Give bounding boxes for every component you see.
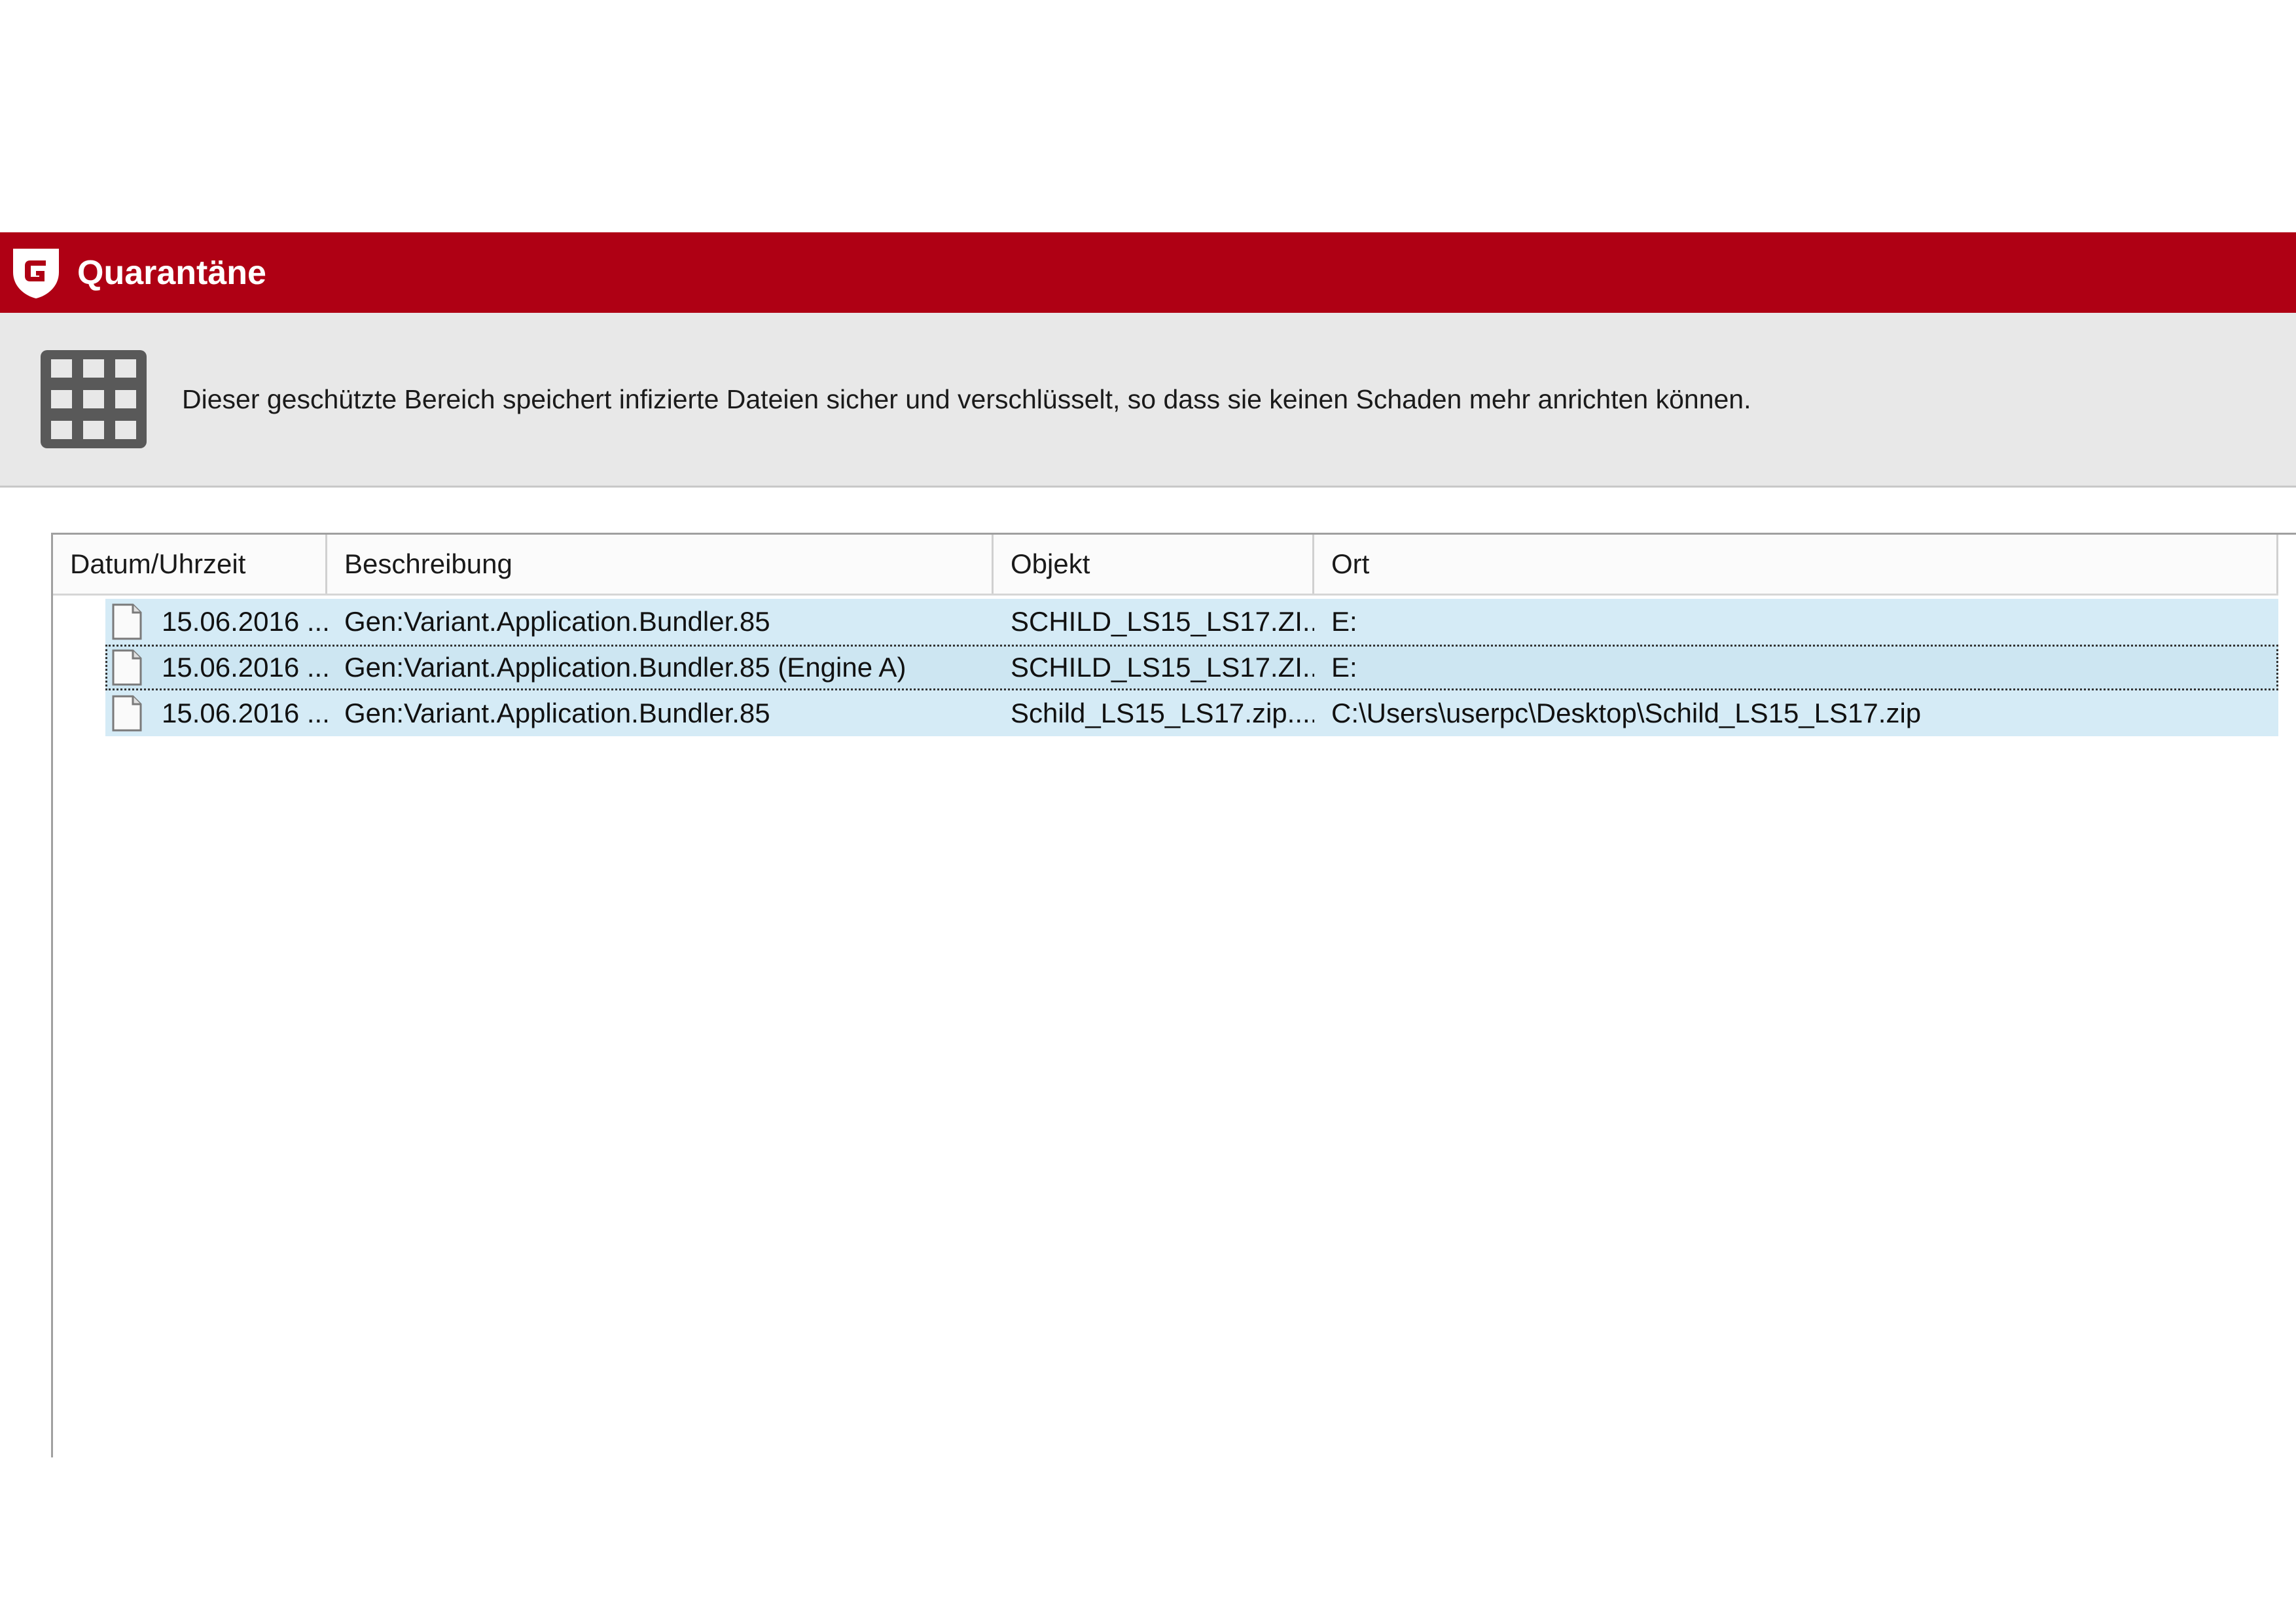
column-header-date[interactable]: Datum/Uhrzeit xyxy=(53,535,327,594)
table-row[interactable]: 15.06.2016 ... Gen:Variant.Application.B… xyxy=(105,599,2278,645)
cell-description: Gen:Variant.Application.Bundler.85 xyxy=(344,697,770,728)
column-header-object[interactable]: Objekt xyxy=(994,535,1314,594)
column-header-description[interactable]: Beschreibung xyxy=(327,535,994,594)
page: Quarantäne Dieser geschützte Bereich spe… xyxy=(0,0,2296,1623)
quarantine-list[interactable]: Datum/Uhrzeit Beschreibung Objekt Ort 15… xyxy=(51,533,2296,1457)
row-date: 15.06.2016 ... xyxy=(162,697,327,728)
cell-description: Gen:Variant.Application.Bundler.85 xyxy=(344,605,770,637)
cell-location: E: xyxy=(1331,651,1357,683)
title-bar: Quarantäne xyxy=(0,232,2296,313)
cell-date: 15.06.2016 ... xyxy=(105,695,327,732)
cell-object: Schild_LS15_LS17.zip.... xyxy=(1011,697,1314,728)
window-title: Quarantäne xyxy=(77,253,266,292)
cell-location: C:\Users\userpc\Desktop\Schild_LS15_LS17… xyxy=(1331,697,1922,728)
cell-date: 15.06.2016 ... xyxy=(105,603,327,640)
cell-description: Gen:Variant.Application.Bundler.85 (Engi… xyxy=(344,651,906,683)
list-header: Datum/Uhrzeit Beschreibung Objekt Ort xyxy=(53,535,2278,596)
file-icon xyxy=(112,695,142,731)
cell-date: 15.06.2016 ... xyxy=(105,649,327,686)
file-icon xyxy=(112,649,142,685)
row-date: 15.06.2016 ... xyxy=(162,605,327,637)
row-date: 15.06.2016 ... xyxy=(162,651,327,683)
cell-object: SCHILD_LS15_LS17.ZI... xyxy=(1011,651,1314,683)
cell-object: SCHILD_LS15_LS17.ZI... xyxy=(1011,605,1314,637)
table-row[interactable]: 15.06.2016 ... Gen:Variant.Application.B… xyxy=(105,690,2278,736)
info-bar: Dieser geschützte Bereich speichert infi… xyxy=(0,313,2296,488)
gdata-shield-icon xyxy=(9,246,63,300)
info-description: Dieser geschützte Bereich speichert infi… xyxy=(182,383,1751,414)
file-icon xyxy=(112,603,142,639)
list-rows: 15.06.2016 ... Gen:Variant.Application.B… xyxy=(105,599,2278,736)
cell-location: E: xyxy=(1331,605,1357,637)
column-header-location[interactable]: Ort xyxy=(1314,535,2278,594)
table-row[interactable]: 15.06.2016 ... Gen:Variant.Application.B… xyxy=(105,645,2278,690)
grid-icon xyxy=(41,350,147,448)
